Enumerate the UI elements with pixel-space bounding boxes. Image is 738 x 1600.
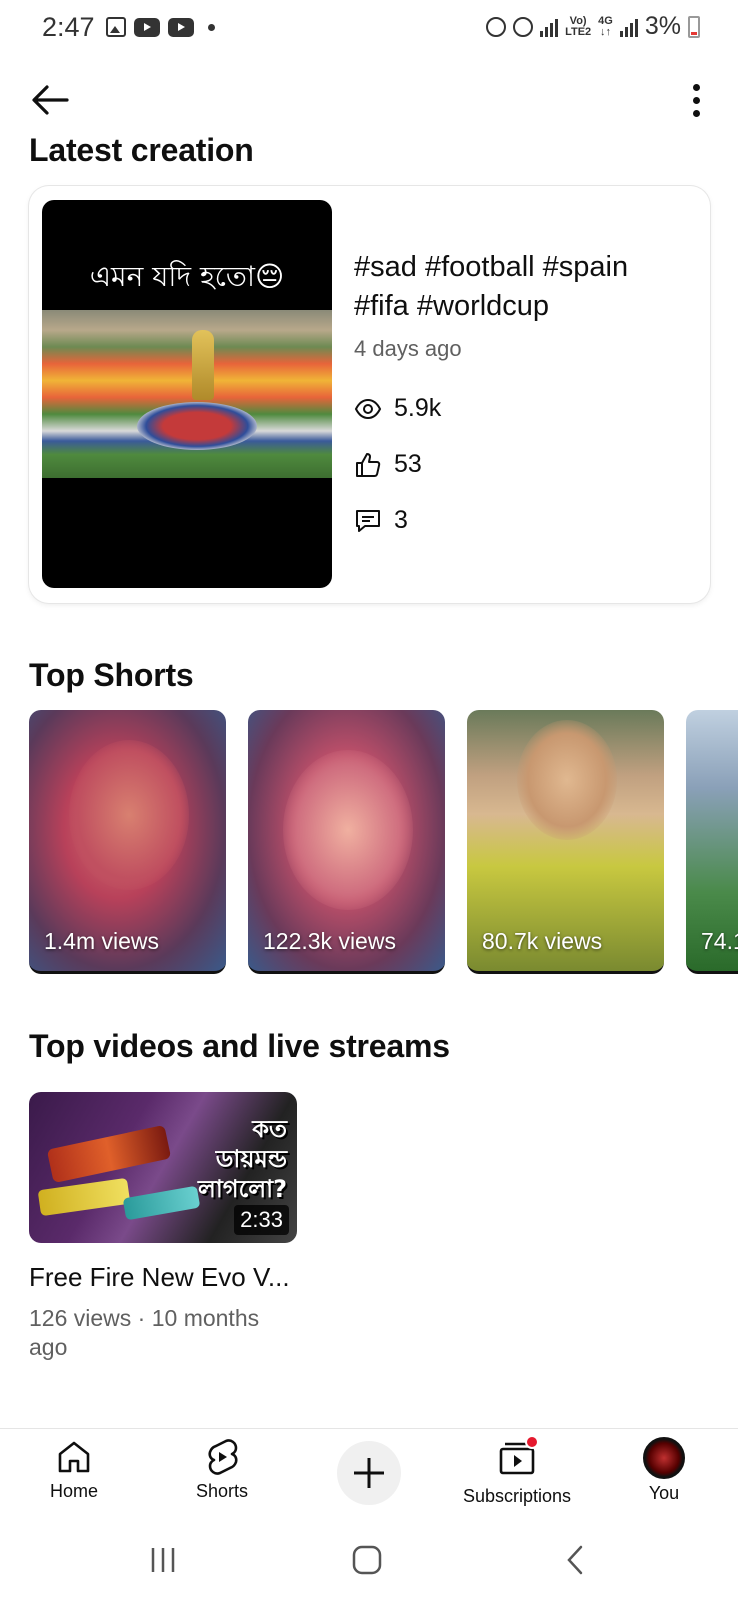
home-square-icon bbox=[352, 1545, 382, 1575]
nav-you-label: You bbox=[648, 1483, 680, 1503]
status-bar: 2:47 Vo) LTE2 4G ↓↑ 3% bbox=[0, 0, 738, 56]
latest-video-title[interactable]: #sad #football #spain #fifa #worldcup bbox=[354, 248, 684, 326]
home-system-button[interactable] bbox=[350, 1540, 384, 1580]
more-notifications-dot-icon bbox=[208, 23, 215, 31]
home-icon bbox=[58, 1441, 90, 1473]
nav-home[interactable]: Home bbox=[14, 1437, 134, 1502]
thumbs-up-icon bbox=[356, 452, 381, 477]
comments-count: 3 bbox=[394, 506, 408, 534]
video-thumbnail[interactable]: কত ডায়মন্ড লাগলো? 2:33 bbox=[29, 1092, 297, 1243]
likes-stat: 53 bbox=[354, 450, 422, 479]
views-count: 5.9k bbox=[394, 394, 442, 422]
recycle-icon bbox=[486, 16, 507, 37]
youtube-icon bbox=[168, 17, 194, 37]
avatar bbox=[643, 1437, 685, 1479]
short-views: 1.4m views bbox=[44, 928, 160, 954]
short-thumbnail-image bbox=[69, 740, 189, 890]
video-title[interactable]: Free Fire New Evo V... bbox=[29, 1262, 290, 1293]
dot bbox=[692, 96, 700, 104]
system-navigation-bar bbox=[0, 1522, 738, 1600]
short-views: 122.3k views bbox=[263, 928, 396, 954]
nav-home-label: Home bbox=[49, 1481, 98, 1501]
create-button[interactable] bbox=[337, 1441, 401, 1505]
trophy-image bbox=[192, 330, 214, 400]
back-system-button[interactable] bbox=[562, 1540, 588, 1580]
youtube-icon bbox=[134, 17, 160, 37]
comment-icon bbox=[356, 509, 380, 532]
short-thumbnail-image bbox=[517, 720, 617, 840]
short-card[interactable]: 80.7k views bbox=[467, 710, 664, 974]
signal-icon bbox=[540, 17, 559, 37]
video-meta: 126 views · 10 months ago bbox=[29, 1305, 260, 1360]
status-time: 2:47 bbox=[42, 12, 95, 42]
thumbnail-art bbox=[46, 1124, 172, 1184]
shorts-icon bbox=[208, 1439, 238, 1475]
battery-icon bbox=[688, 15, 700, 38]
nav-subscriptions[interactable]: Subscriptions bbox=[457, 1435, 577, 1507]
recent-apps-icon bbox=[151, 1548, 175, 1572]
subscriptions-icon-wrap bbox=[497, 1435, 539, 1482]
back-button[interactable] bbox=[28, 78, 72, 122]
latest-creation-card[interactable]: এমন যদি হতো😔 #sad #football #spain #fifa… bbox=[29, 186, 710, 603]
latest-thumbnail[interactable]: এমন যদি হতো😔 bbox=[42, 200, 332, 588]
nav-subscriptions-label: Subscriptions bbox=[462, 1486, 572, 1506]
arrow-left-icon bbox=[32, 85, 69, 115]
thumbnail-art bbox=[122, 1185, 201, 1221]
alarm-icon bbox=[513, 16, 534, 37]
more-options-button[interactable] bbox=[684, 78, 708, 122]
likes-count: 53 bbox=[394, 450, 422, 478]
short-views: 74.1 bbox=[701, 928, 738, 954]
stadium-image bbox=[42, 310, 332, 478]
nav-shorts-label: Shorts bbox=[195, 1481, 249, 1501]
dot bbox=[692, 109, 700, 117]
nav-shorts[interactable]: Shorts bbox=[162, 1437, 282, 1502]
top-shorts-title: Top Shorts bbox=[29, 657, 194, 693]
bottom-navigation: Home Shorts Subscriptions You bbox=[0, 1428, 738, 1522]
status-notification-icons bbox=[106, 17, 215, 37]
comments-stat: 3 bbox=[354, 506, 408, 535]
thumbnail-art bbox=[37, 1177, 131, 1217]
dot bbox=[692, 83, 700, 91]
latest-creation-title: Latest creation bbox=[29, 132, 254, 168]
chevron-left-icon bbox=[567, 1545, 583, 1575]
views-stat: 5.9k bbox=[354, 394, 441, 423]
plus-icon bbox=[354, 1458, 384, 1488]
status-system-icons: Vo) LTE2 4G ↓↑ 3% bbox=[486, 12, 700, 41]
short-views: 80.7k views bbox=[482, 928, 603, 954]
video-duration: 2:33 bbox=[234, 1205, 289, 1235]
data-indicator: 4G ↓↑ bbox=[598, 14, 613, 38]
latest-video-age: 4 days ago bbox=[354, 336, 462, 361]
short-card[interactable]: 122.3k views bbox=[248, 710, 445, 974]
nav-you[interactable]: You bbox=[604, 1437, 724, 1504]
eye-icon bbox=[354, 398, 382, 419]
short-thumbnail-image bbox=[283, 750, 413, 910]
short-card[interactable]: 74.1 bbox=[686, 710, 738, 974]
gallery-icon bbox=[106, 17, 126, 37]
thumbnail-caption: এমন যদি হতো😔 bbox=[89, 260, 285, 293]
short-card[interactable]: 1.4m views bbox=[29, 710, 226, 974]
top-shorts-carousel[interactable]: 1.4m views 122.3k views 80.7k views 74.1 bbox=[29, 710, 738, 974]
notification-dot bbox=[525, 1435, 539, 1449]
recent-apps-button[interactable] bbox=[148, 1540, 178, 1580]
thumbnail-text: কত ডায়মন্ড লাগলো? bbox=[198, 1115, 287, 1203]
signal-icon bbox=[619, 17, 638, 37]
stage-image bbox=[137, 402, 257, 450]
battery-percent: 3% bbox=[644, 12, 681, 40]
top-videos-title: Top videos and live streams bbox=[29, 1028, 450, 1064]
volte-indicator: Vo) LTE2 bbox=[565, 14, 592, 38]
